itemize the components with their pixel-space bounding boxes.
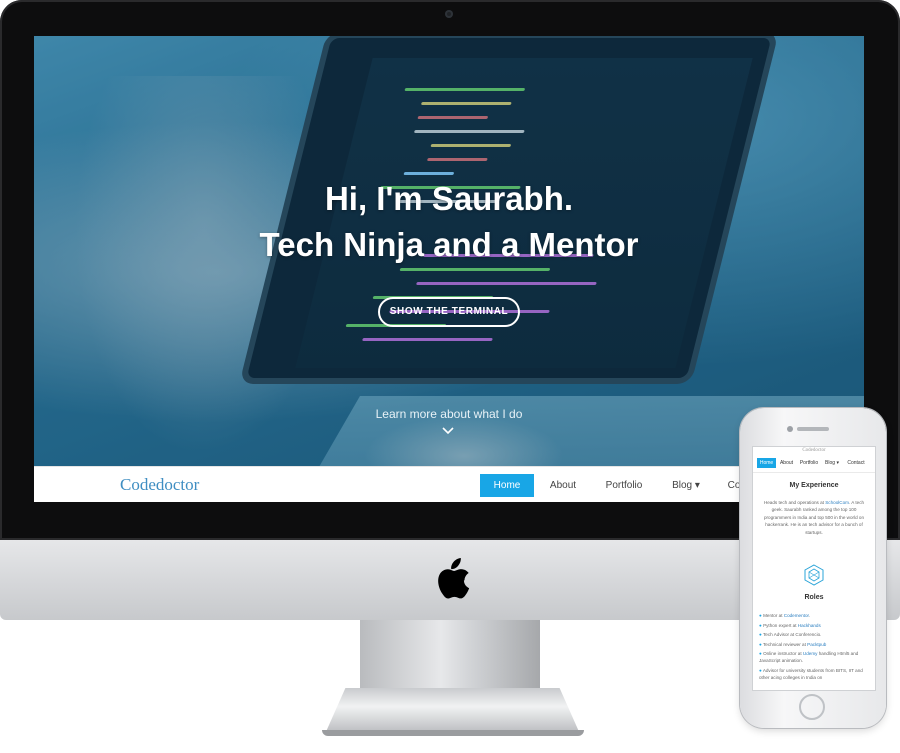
nav-item-home[interactable]: Home (480, 474, 534, 497)
packtpub-link[interactable]: Packtpub (807, 642, 826, 647)
schoolcom-link[interactable]: SchoolCom (825, 500, 849, 505)
nav-item-portfolio[interactable]: Portfolio (596, 474, 652, 497)
imac-stand-foot (325, 688, 580, 734)
hero-section: Hi, I'm Saurabh. Tech Ninja and a Mentor… (34, 36, 864, 466)
mobile-screen: Codedoctor Home About Portfolio Blog ▾ C… (752, 446, 876, 691)
home-button[interactable] (799, 694, 825, 720)
nav-item-about[interactable]: About (540, 474, 586, 497)
speaker-grille (797, 427, 829, 431)
front-camera-icon (787, 426, 793, 432)
mobile-nav-portfolio[interactable]: Portfolio (797, 458, 821, 468)
list-item: ● Tech Advisor at Conferencio. (759, 632, 822, 637)
experience-heading: My Experience (789, 482, 839, 489)
mobile-nav-blog[interactable]: Blog ▾ (822, 458, 842, 468)
roles-list: ● Mentor at Codementor. ● Python expert … (759, 611, 871, 682)
imac-stand-edge (322, 730, 584, 736)
iphone-frame: Codedoctor Home About Portfolio Blog ▾ C… (740, 408, 886, 728)
codementor-link[interactable]: Codementor (784, 613, 809, 618)
roles-heading: Roles (804, 594, 824, 601)
mobile-nav-about[interactable]: About (777, 458, 796, 468)
hexagon-roles-icon (804, 564, 824, 586)
udemy-link[interactable]: Udemy (803, 651, 818, 656)
apple-logo-icon (438, 558, 470, 599)
chevron-down-icon[interactable] (442, 426, 454, 436)
webcam-icon (445, 10, 453, 18)
mobile-nav-contact[interactable]: Contact (844, 458, 868, 468)
nav-item-blog[interactable]: Blog ▾ (662, 474, 710, 497)
list-item: ● Python expert at Hackhands (759, 622, 821, 628)
list-item: ● Technical reviewer at Packtpub (759, 641, 827, 647)
mobile-brand[interactable]: Codedoctor (753, 448, 875, 453)
brand-logo[interactable]: Codedoctor (120, 475, 199, 495)
experience-paragraph: Heads tech and operations at SchoolCom. … (763, 500, 865, 535)
imac-stand-neck (360, 620, 540, 690)
mobile-nav-divider (753, 472, 875, 473)
list-item: ● Mentor at Codementor. (759, 613, 811, 618)
mobile-nav-home[interactable]: Home (757, 458, 776, 468)
show-terminal-button[interactable]: SHOW THE TERMINAL (378, 297, 520, 327)
list-item: ● Online instructor at Udemy handling Ht… (759, 651, 859, 664)
hero-title-line-1: Hi, I'm Saurabh. (324, 180, 574, 217)
hackhands-link[interactable]: Hackhands (798, 623, 821, 628)
learn-more-link[interactable]: Learn more about what I do (34, 407, 864, 421)
hero-title-line-2: Tech Ninja and a Mentor (259, 226, 639, 263)
list-item: ● Advisor for university students from B… (759, 667, 863, 681)
